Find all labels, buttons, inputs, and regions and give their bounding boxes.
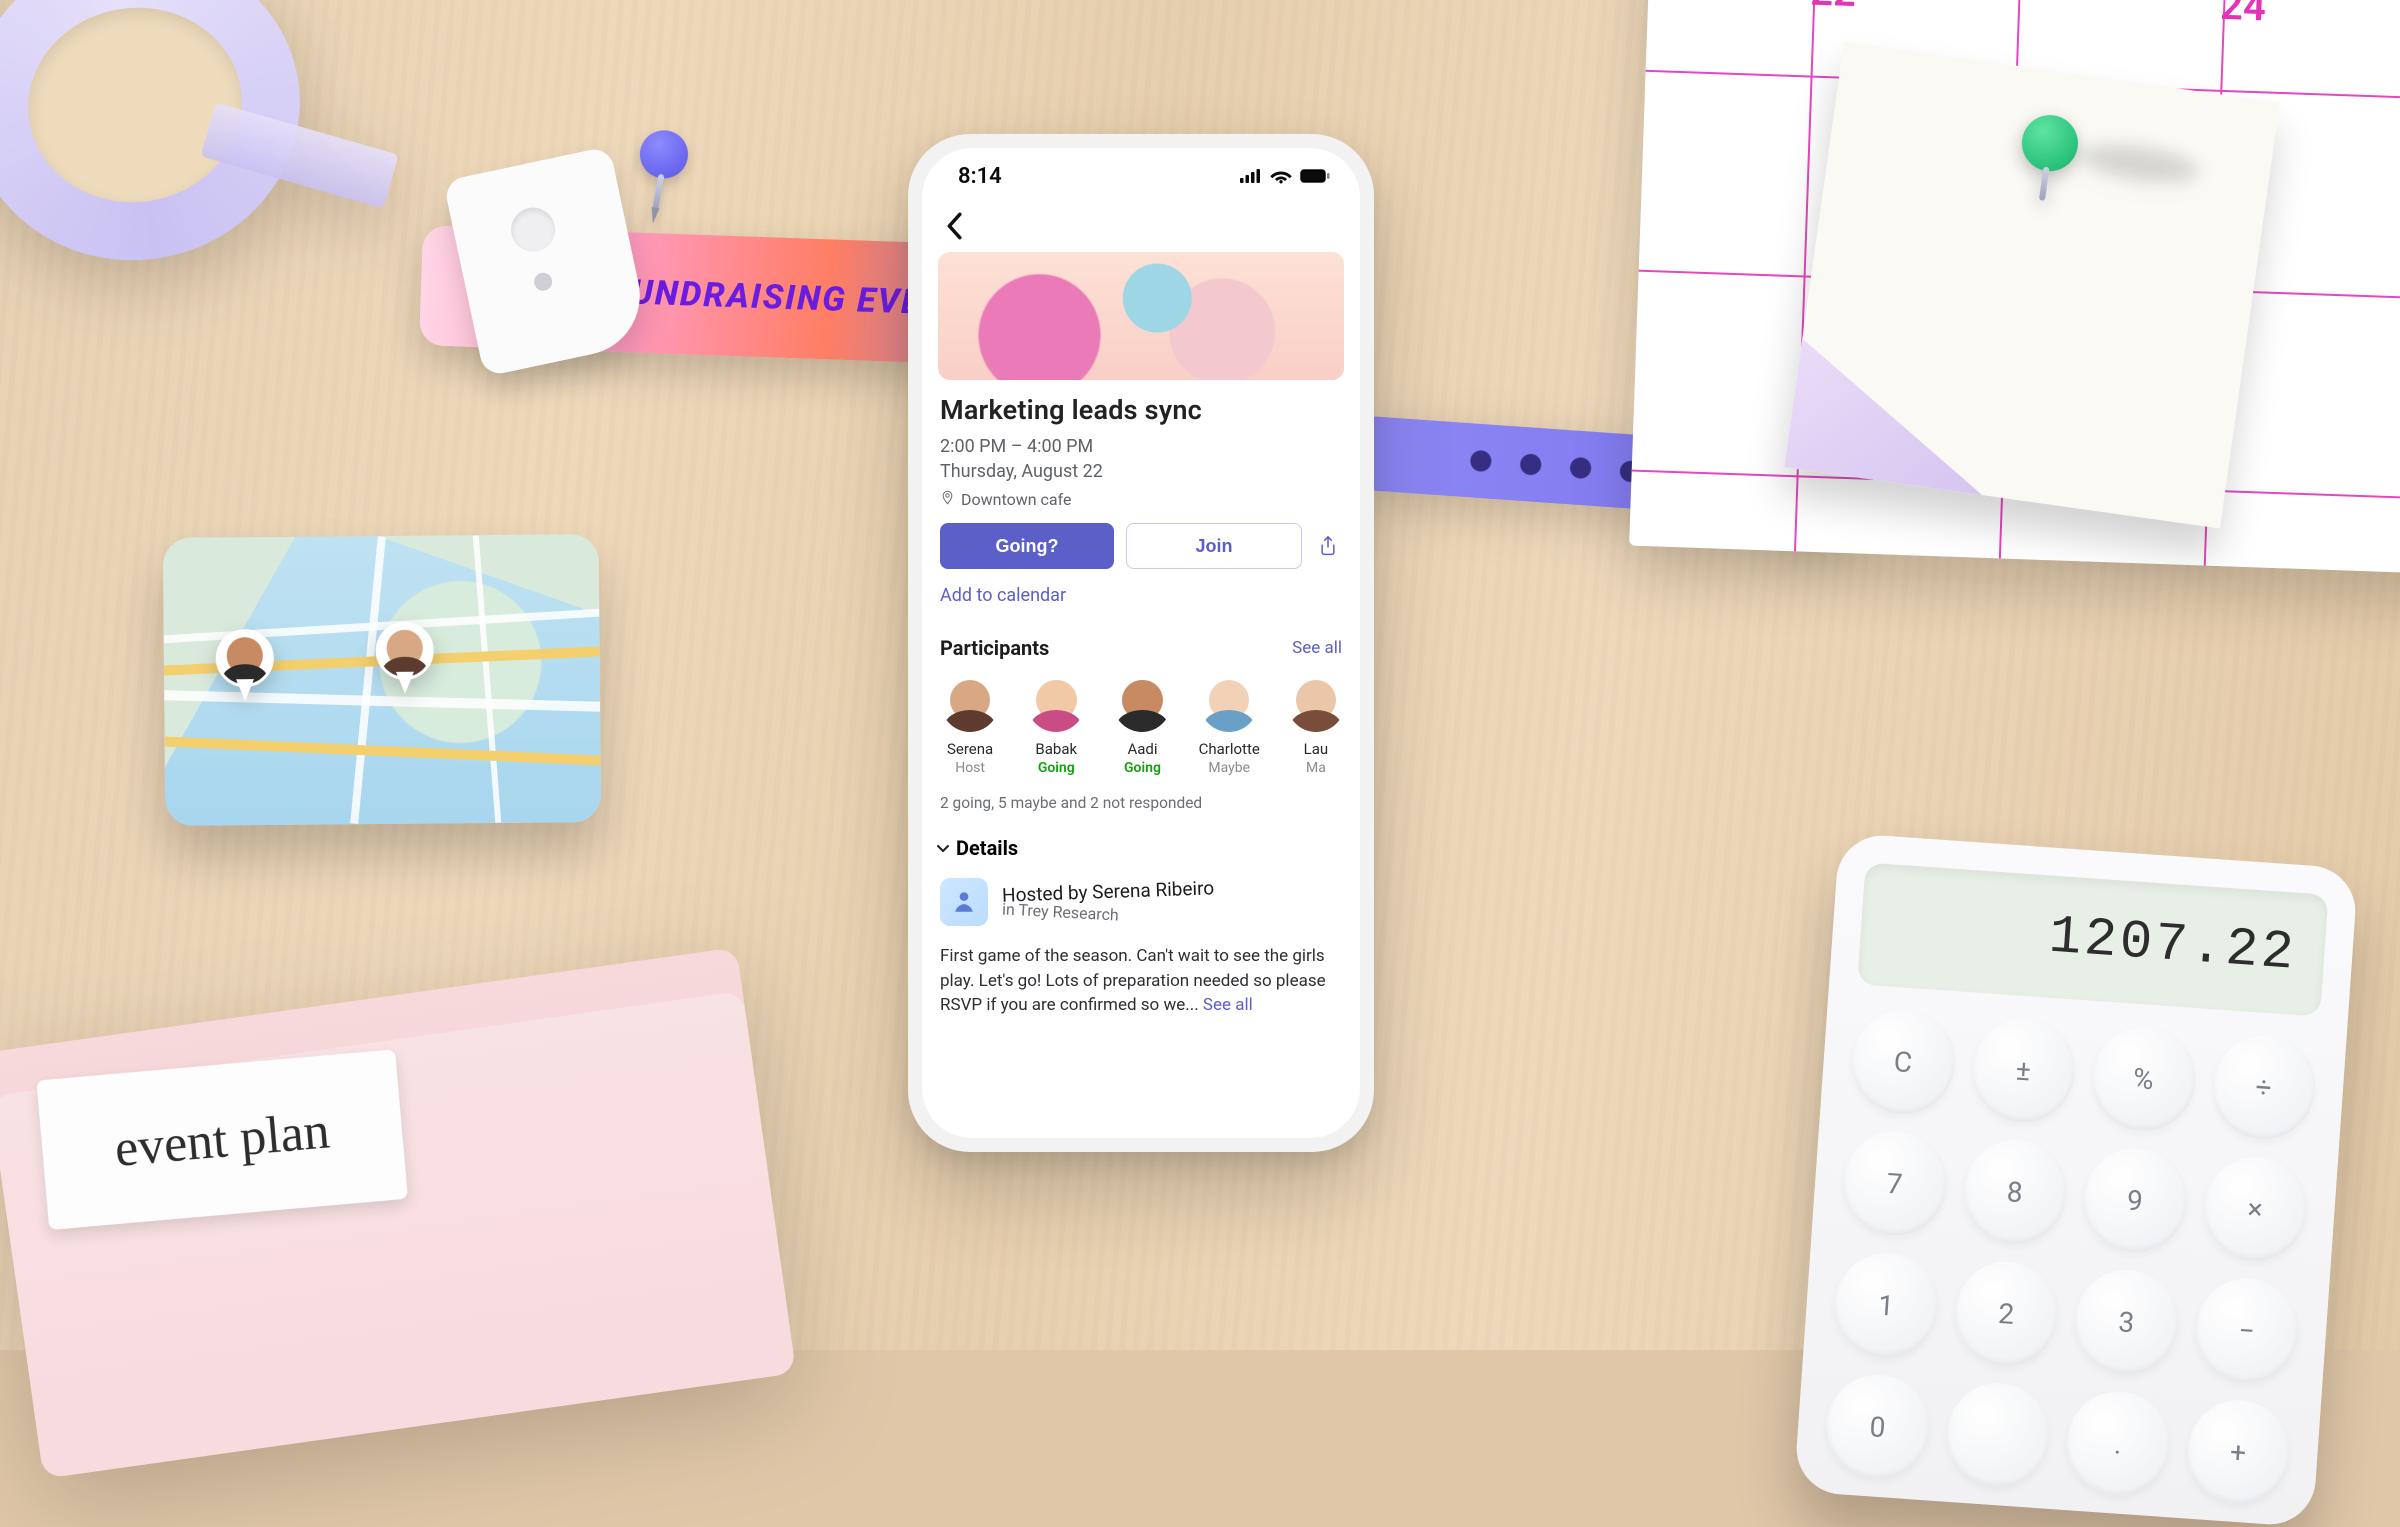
event-title: Marketing leads sync: [940, 394, 1342, 426]
details-toggle[interactable]: Details: [922, 812, 1360, 860]
event-date: Thursday, August 22: [940, 461, 1342, 482]
event-time: 2:00 PM – 4:00 PM: [940, 436, 1342, 457]
chevron-down-icon: [936, 836, 950, 860]
participant[interactable]: Charlotte Maybe: [1199, 674, 1260, 776]
participant-name: Babak: [1035, 740, 1077, 758]
calculator-key[interactable]: 7: [1840, 1128, 1950, 1239]
phone-screen: 8:14: [922, 148, 1360, 1138]
calculator-key[interactable]: %: [2089, 1023, 2199, 1134]
phone-frame: 8:14: [908, 134, 1374, 1152]
join-button[interactable]: Join: [1126, 523, 1302, 569]
going-button[interactable]: Going?: [940, 523, 1114, 569]
sticky-note-text: event plan: [112, 1101, 331, 1179]
participants-row[interactable]: Serena Host Babak Going Aadi Going Charlotte Ma…: [922, 660, 1360, 776]
participant-status: Going: [1038, 760, 1075, 776]
add-to-calendar-link[interactable]: Add to calendar: [940, 585, 1066, 606]
back-button[interactable]: [938, 210, 970, 242]
calculator-key[interactable]: 9: [2080, 1145, 2190, 1256]
participant[interactable]: Aadi Going: [1112, 674, 1172, 776]
participant-status: Host: [955, 760, 985, 776]
participant[interactable]: Babak Going: [1026, 674, 1086, 776]
calculator-key[interactable]: ×: [2200, 1153, 2310, 1264]
event-description: First game of the season. Can't wait to …: [922, 926, 1360, 1018]
status-bar: 8:14: [922, 148, 1360, 204]
location-icon: [940, 490, 955, 509]
pinned-note: [1784, 41, 2280, 528]
avatar: [941, 674, 999, 732]
wifi-icon: [1270, 168, 1292, 184]
map-pin-1: [216, 629, 275, 702]
calendar-number: 24: [2219, 0, 2266, 30]
share-button[interactable]: [1314, 532, 1342, 560]
participants-heading: Participants: [940, 636, 1049, 660]
cellular-icon: [1240, 169, 1262, 183]
map-pin-2: [375, 622, 434, 695]
avatar: [1200, 674, 1258, 732]
calculator-key[interactable]: C: [1848, 1006, 1958, 1117]
pushpin-green: [2012, 111, 2081, 218]
participant-status: Going: [1124, 760, 1161, 776]
calculator-keypad: C±%÷ 789× 123− 0.+: [1823, 1006, 2319, 1507]
calculator-key[interactable]: +: [2183, 1397, 2293, 1508]
participant-name: Lau: [1304, 740, 1329, 758]
participant-name: Charlotte: [1199, 740, 1260, 758]
participant-name: Aadi: [1127, 740, 1157, 758]
calculator-key[interactable]: 1: [1831, 1250, 1941, 1361]
avatar: [1113, 674, 1171, 732]
map-card: [163, 534, 601, 826]
battery-icon: [1300, 169, 1330, 183]
status-time: 8:14: [958, 164, 1002, 189]
event-hero-image: [938, 252, 1344, 380]
participant[interactable]: Serena Host: [940, 674, 1000, 776]
calculator-key[interactable]: −: [2192, 1275, 2302, 1386]
calculator-key[interactable]: .: [2063, 1388, 2173, 1499]
calculator-display: 1207.22: [1857, 863, 2328, 1017]
calculator-key[interactable]: [1943, 1380, 2053, 1491]
tape-roll: [0, 0, 320, 281]
calculator-key[interactable]: 0: [1823, 1371, 1933, 1482]
desk-scene: FUNDRAISING EVENT event plan 22 24 30: [0, 0, 2400, 1350]
calculator-key[interactable]: ±: [1969, 1015, 2079, 1126]
details-heading: Details: [956, 836, 1018, 860]
participant[interactable]: Lau Ma: [1286, 674, 1346, 776]
participants-summary: 2 going, 5 maybe and 2 not responded: [922, 776, 1360, 812]
host-row[interactable]: Hosted by Serena Ribeiro in Trey Researc…: [922, 860, 1360, 926]
participant-name: Serena: [947, 740, 993, 758]
host-avatar: [940, 878, 988, 926]
event-location: Downtown cafe: [961, 490, 1071, 509]
calculator-key[interactable]: 2: [1952, 1258, 2062, 1369]
folder: event plan: [0, 947, 796, 1479]
description-see-all[interactable]: See all: [1203, 995, 1253, 1015]
sticky-note: event plan: [36, 1049, 408, 1230]
avatar: [1027, 674, 1085, 732]
participants-see-all[interactable]: See all: [1292, 638, 1342, 658]
calculator-key[interactable]: ÷: [2209, 1031, 2319, 1142]
avatar: [1287, 674, 1345, 732]
calculator-key[interactable]: 8: [1960, 1136, 2070, 1247]
calculator: 1207.22 C±%÷ 789× 123− 0.+: [1794, 833, 2359, 1527]
calculator-key[interactable]: 3: [2072, 1266, 2182, 1377]
calendar-number: 22: [1810, 0, 1857, 16]
participant-status: Maybe: [1208, 760, 1250, 776]
participant-status: Ma: [1306, 760, 1326, 776]
